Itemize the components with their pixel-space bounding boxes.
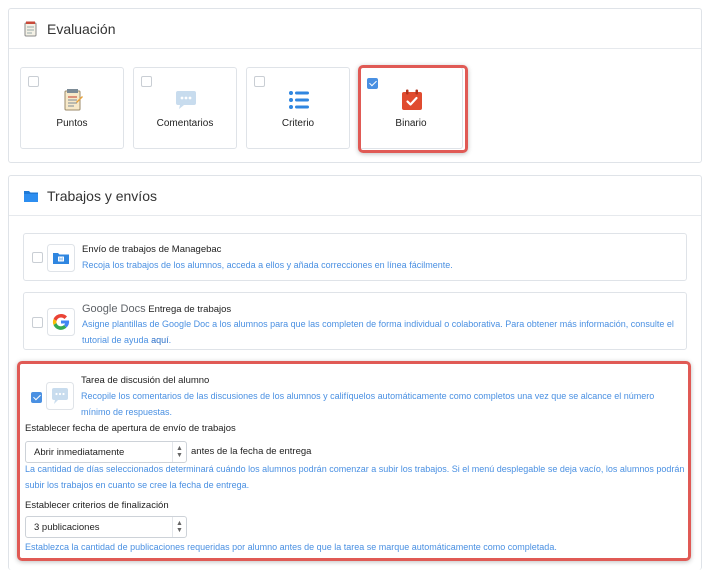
- managebac-title: Envío de trabajos de Managebac: [82, 244, 222, 255]
- evaluation-title: Evaluación: [47, 20, 116, 37]
- managebac-checkbox[interactable]: [32, 252, 43, 263]
- card-label-comentarios: Comentarios: [156, 118, 214, 129]
- svg-text:M: M: [59, 257, 63, 262]
- discussion-highlight: [17, 361, 691, 561]
- evaluation-header: Evaluación: [9, 9, 701, 49]
- card-puntos[interactable]: Puntos: [20, 67, 124, 149]
- option-google-docs[interactable]: Google Docs Entrega de trabajos Asigne p…: [23, 292, 687, 350]
- help-tutorial-link[interactable]: aquí: [151, 335, 169, 345]
- notepad-icon: [64, 89, 83, 111]
- puntos-checkbox[interactable]: [28, 76, 39, 87]
- work-title: Trabajos y envíos: [47, 187, 157, 204]
- google-logo-icon: [47, 308, 75, 336]
- google-docs-description-end: .: [168, 335, 172, 345]
- card-criterio[interactable]: Criterio: [246, 67, 350, 149]
- card-comentarios[interactable]: Comentarios: [133, 67, 237, 149]
- managebac-description: Recoja los trabajos de los alumnos, acce…: [82, 260, 453, 270]
- google-docs-title-text: Entrega de trabajos: [148, 304, 232, 315]
- google-docs-brand: Google Docs: [82, 303, 146, 315]
- card-label-criterio: Criterio: [281, 118, 315, 129]
- list-icon: [289, 91, 309, 109]
- google-docs-title: Google Docs Entrega de trabajos: [82, 303, 231, 315]
- binario-highlight: [358, 65, 468, 153]
- speech-bubble-icon: [176, 91, 196, 109]
- google-docs-description: Asigne plantillas de Google Doc a los al…: [82, 316, 674, 348]
- notepad-icon: [24, 21, 37, 36]
- criterio-checkbox[interactable]: [254, 76, 265, 87]
- work-header: Trabajos y envíos: [9, 176, 701, 216]
- evaluation-panel: Evaluación Puntos Comentarios Criterio B…: [8, 8, 702, 163]
- managebac-upload-icon: M: [47, 244, 75, 272]
- option-managebac[interactable]: M Envío de trabajos de Managebac Recoja …: [23, 233, 687, 281]
- folder-icon: [24, 190, 38, 202]
- comentarios-checkbox[interactable]: [141, 76, 152, 87]
- google-docs-checkbox[interactable]: [32, 317, 43, 328]
- card-label-puntos: Puntos: [56, 118, 88, 129]
